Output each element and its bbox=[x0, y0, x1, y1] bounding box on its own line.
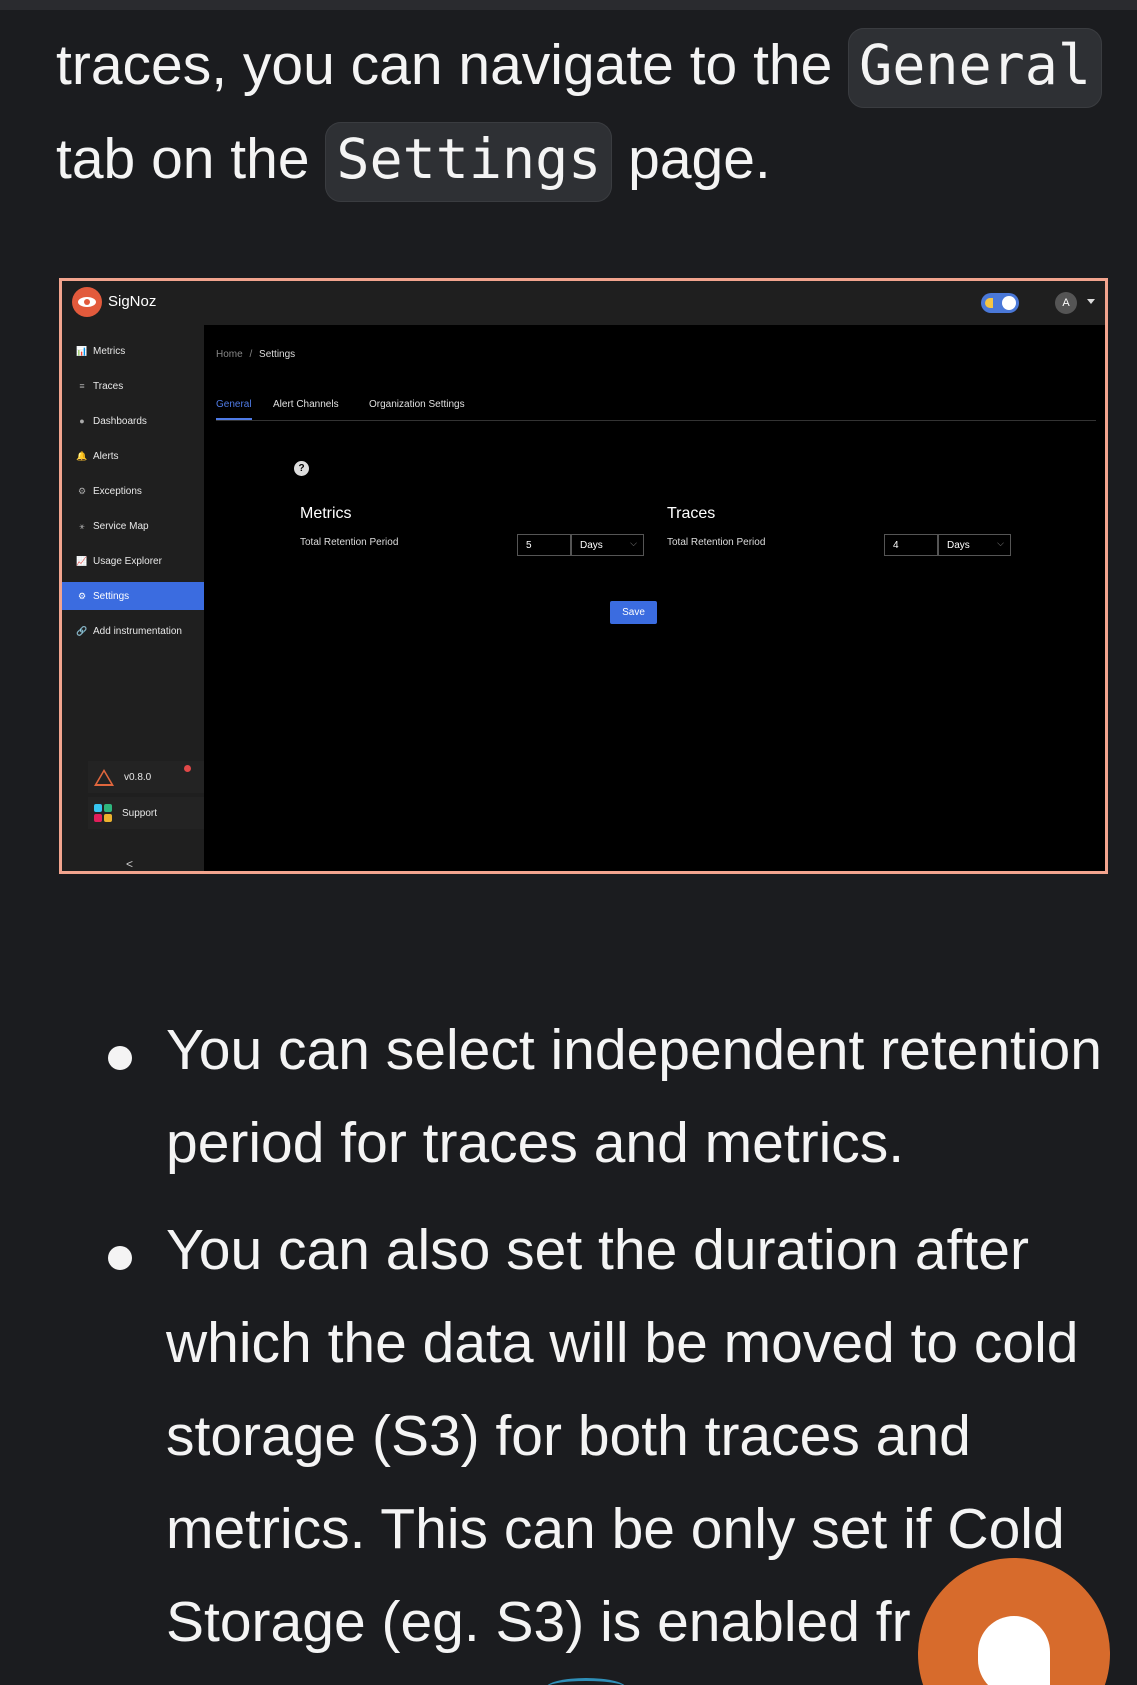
bullet-dot-icon bbox=[108, 1246, 132, 1270]
sidebar-item-label: Service Map bbox=[93, 520, 149, 532]
network-icon: ⚹ bbox=[79, 520, 85, 531]
breadcrumb-separator: / bbox=[249, 349, 253, 360]
update-dot-icon bbox=[184, 765, 191, 772]
sidebar-item-label: Exceptions bbox=[93, 485, 142, 497]
link-icon: 🔗 bbox=[76, 625, 88, 636]
version-item[interactable]: v0.8.0 bbox=[88, 761, 204, 793]
save-button[interactable]: Save bbox=[610, 601, 657, 624]
sidebar: 📊 Metrics ≡ Traces ● Dashboards 🔔 Alerts ⚙ Ex… bbox=[62, 325, 204, 871]
help-icon[interactable]: ? bbox=[294, 461, 309, 476]
top-strip bbox=[0, 0, 1137, 10]
avatar[interactable]: A bbox=[1055, 292, 1077, 314]
list-item-line: storage (S3) for both traces and bbox=[166, 1404, 971, 1468]
chat-bubble-icon bbox=[978, 1616, 1050, 1685]
list-item-line: You can also set the duration after bbox=[166, 1218, 1029, 1282]
bar-chart-icon: 📊 bbox=[76, 345, 88, 356]
list-item-line: Storage (eg. S3) is enabled fr bbox=[166, 1590, 911, 1654]
chevron-down-icon: ⌵ bbox=[997, 538, 1004, 548]
metrics-unit-value: Days bbox=[580, 540, 603, 551]
app-header: SigNoz A bbox=[62, 281, 1105, 325]
metrics-title: Metrics bbox=[300, 505, 352, 522]
code-general: General bbox=[848, 28, 1102, 108]
toggle-knob-icon bbox=[1002, 296, 1016, 310]
sidebar-item-label: Dashboards bbox=[93, 415, 147, 427]
sidebar-item-label: Metrics bbox=[93, 345, 126, 357]
sidebar-item-settings[interactable]: ⚙ Settings bbox=[62, 582, 204, 610]
sidebar-item-add-instrumentation[interactable]: 🔗 Add instrumentation bbox=[62, 617, 204, 645]
sidebar-item-label: Usage Explorer bbox=[93, 555, 162, 567]
gear-icon: ⚙ bbox=[77, 590, 87, 601]
list-item: You can select independent retention per… bbox=[166, 1004, 1116, 1190]
traces-retention-label: Total Retention Period bbox=[667, 537, 766, 548]
sidebar-item-label: Settings bbox=[93, 590, 130, 602]
bug-icon: ⚙ bbox=[77, 485, 87, 496]
scroll-indicator bbox=[546, 1678, 626, 1685]
intro-text-1: traces, you can navigate to the bbox=[56, 33, 849, 97]
tab-general[interactable]: General bbox=[216, 399, 252, 420]
intro-paragraph: traces, you can navigate to the General … bbox=[56, 18, 1116, 206]
bell-icon: 🔔 bbox=[76, 450, 88, 461]
metrics-retention-label: Total Retention Period bbox=[300, 537, 399, 548]
list-item-line: which the data will be moved to cold bbox=[166, 1311, 1079, 1375]
sidebar-item-metrics[interactable]: 📊 Metrics bbox=[62, 337, 204, 365]
theme-toggle[interactable] bbox=[981, 293, 1019, 313]
chevron-down-icon: ⌵ bbox=[630, 538, 637, 548]
sidebar-item-service-map[interactable]: ⚹ Service Map bbox=[62, 512, 204, 540]
tab-alert-channels[interactable]: Alert Channels bbox=[273, 399, 339, 418]
collapse-chevron-icon[interactable]: < bbox=[126, 857, 133, 871]
intro-text-3: page. bbox=[612, 127, 771, 191]
caret-down-icon[interactable] bbox=[1087, 299, 1095, 304]
traces-unit-select[interactable]: Days ⌵ bbox=[938, 534, 1011, 556]
traces-title: Traces bbox=[667, 505, 716, 522]
breadcrumb-home[interactable]: Home bbox=[216, 349, 243, 360]
settings-tabs: General Alert Channels Organization Sett… bbox=[216, 399, 1096, 421]
sidebar-item-dashboards[interactable]: ● Dashboards bbox=[62, 407, 204, 435]
breadcrumb: Home / Settings bbox=[216, 349, 295, 360]
version-label: v0.8.0 bbox=[124, 771, 152, 783]
sidebar-item-label: Traces bbox=[93, 380, 124, 392]
sidebar-item-traces[interactable]: ≡ Traces bbox=[62, 372, 204, 400]
warning-icon bbox=[94, 768, 114, 786]
bullet-dot-icon bbox=[108, 1046, 132, 1070]
dashboard-icon: ● bbox=[79, 416, 85, 426]
code-settings: Settings bbox=[325, 122, 613, 202]
sidebar-item-exceptions[interactable]: ⚙ Exceptions bbox=[62, 477, 204, 505]
tab-organization-settings[interactable]: Organization Settings bbox=[369, 399, 465, 418]
support-item[interactable]: Support bbox=[88, 797, 204, 829]
sidebar-item-usage-explorer[interactable]: 📈 Usage Explorer bbox=[62, 547, 204, 575]
metrics-unit-select[interactable]: Days ⌵ bbox=[571, 534, 644, 556]
list-item-line: period for traces and metrics. bbox=[166, 1111, 905, 1175]
metrics-retention-input[interactable]: 5 bbox=[517, 534, 571, 556]
sidebar-item-label: Add instrumentation bbox=[93, 625, 182, 637]
traces-retention-input[interactable]: 4 bbox=[884, 534, 938, 556]
sidebar-item-label: Alerts bbox=[93, 450, 119, 462]
line-chart-icon: 📈 bbox=[76, 555, 88, 566]
signoz-logo-icon bbox=[72, 287, 102, 317]
settings-screenshot: SigNoz A 📊 Metrics ≡ Traces ● Dashboards 🔔 A… bbox=[59, 278, 1108, 874]
breadcrumb-current: Settings bbox=[259, 349, 296, 360]
sidebar-item-alerts[interactable]: 🔔 Alerts bbox=[62, 442, 204, 470]
brand-name: SigNoz bbox=[108, 293, 157, 310]
list-item-line: metrics. This can be only set if Cold bbox=[166, 1497, 1065, 1561]
slack-icon bbox=[94, 804, 112, 822]
intro-text-2: tab on the bbox=[56, 127, 326, 191]
list-item-line: You can select independent retention bbox=[166, 1018, 1102, 1082]
traces-unit-value: Days bbox=[947, 540, 970, 551]
list-icon: ≡ bbox=[79, 381, 85, 391]
support-label: Support bbox=[122, 807, 158, 819]
